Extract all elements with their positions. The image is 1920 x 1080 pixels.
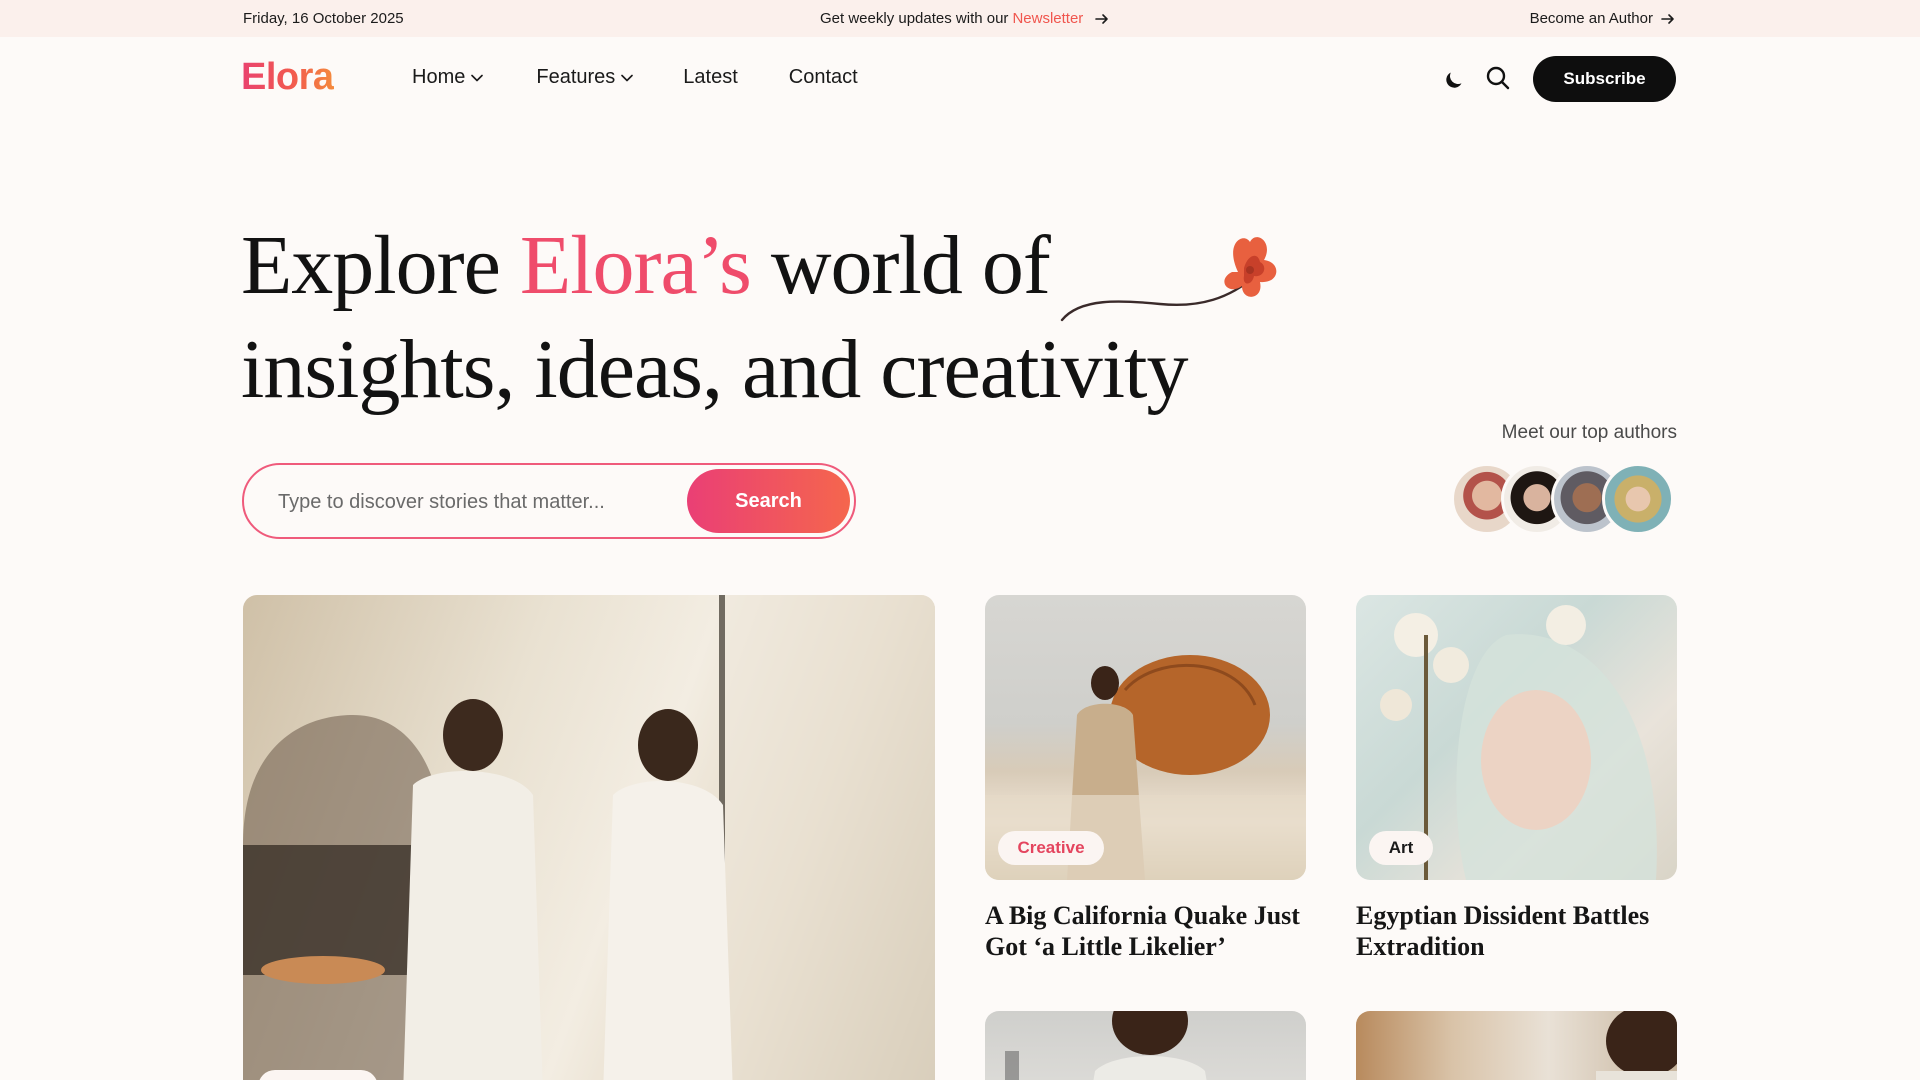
category-badge[interactable]: Art [1369, 831, 1433, 865]
post-image[interactable] [985, 1011, 1306, 1080]
top-bar: Friday, 16 October 2025 Get weekly updat… [0, 0, 1920, 37]
site-logo[interactable]: Elora [241, 56, 334, 99]
nav-label[interactable]: Home [412, 66, 465, 89]
search-button[interactable]: Search [687, 469, 850, 533]
nav-item-features[interactable]: Features [536, 66, 634, 89]
newsletter-link[interactable]: Newsletter [1012, 10, 1083, 27]
promo-text: Get weekly updates with our [820, 10, 1009, 27]
flower-illustration-icon [1060, 228, 1282, 328]
chevron-down-icon[interactable] [471, 74, 484, 82]
hero-title-part1: Explore [241, 219, 520, 312]
nav-label[interactable]: Features [536, 66, 615, 89]
moon-icon[interactable] [1442, 68, 1466, 92]
avatar[interactable] [1602, 463, 1674, 535]
post-image[interactable] [1356, 1011, 1677, 1080]
post-title[interactable]: A Big California Quake Just Got ‘a Littl… [985, 900, 1305, 962]
subscribe-button[interactable]: Subscribe [1533, 56, 1676, 102]
nav-label[interactable]: Contact [789, 66, 858, 89]
category-badge[interactable]: Creative [998, 831, 1104, 865]
current-date: Friday, 16 October 2025 [243, 10, 404, 27]
main-nav: Home Features Latest Contact [412, 66, 858, 89]
top-authors-avatars [1451, 463, 1675, 535]
become-author-label[interactable]: Become an Author [1530, 10, 1653, 27]
nav-item-latest[interactable]: Latest [683, 66, 737, 89]
become-author-link[interactable]: Become an Author [1530, 10, 1677, 27]
search-input[interactable] [278, 487, 678, 517]
nav-item-home[interactable]: Home [412, 66, 484, 89]
category-badge[interactable] [258, 1070, 378, 1080]
hero-title-part2: world of [750, 219, 1051, 312]
search-icon[interactable] [1485, 65, 1511, 91]
top-authors-label: Meet our top authors [1501, 422, 1677, 443]
arrow-right-icon[interactable] [1661, 12, 1677, 26]
nav-label[interactable]: Latest [683, 66, 737, 89]
arrow-right-icon[interactable] [1095, 12, 1111, 26]
search-box: Search [242, 463, 856, 539]
nav-item-contact[interactable]: Contact [789, 66, 858, 89]
chevron-down-icon[interactable] [621, 74, 634, 82]
hero-title-accent: Elora’s [519, 219, 752, 312]
featured-post-image[interactable] [243, 595, 935, 1080]
post-title[interactable]: Egyptian Dissident Battles Extradition [1356, 900, 1676, 962]
hero-title-line2: insights, ideas, and creativity [241, 323, 1188, 416]
newsletter-promo: Get weekly updates with our Newsletter [820, 10, 1111, 27]
